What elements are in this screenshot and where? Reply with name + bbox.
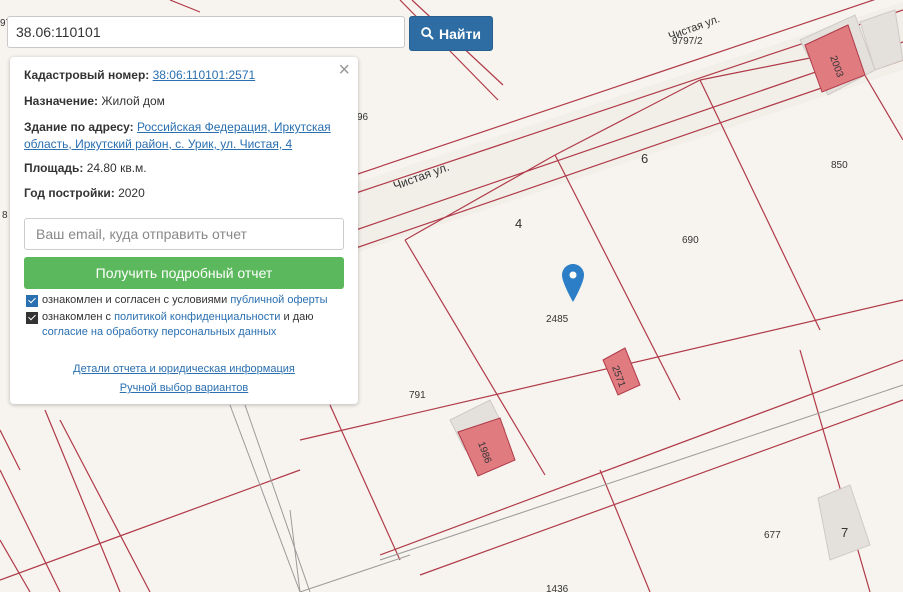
- report-details-link[interactable]: Детали отчета и юридическая информация: [73, 363, 295, 375]
- email-input[interactable]: [24, 218, 344, 250]
- manual-selection-link[interactable]: Ручной выбор вариантов: [120, 382, 248, 394]
- parcel-label: 1436: [546, 584, 569, 592]
- close-icon[interactable]: ×: [338, 60, 350, 80]
- privacy-consent: ознакомлен с политикой конфиденциальност…: [26, 310, 326, 340]
- area-label: Площадь:: [24, 161, 84, 175]
- street-number-label: 9797/2: [672, 36, 703, 47]
- offer-consent-label: ознакомлен и согласен с условиями публич…: [42, 294, 328, 306]
- details-link-row: Детали отчета и юридическая информация: [10, 363, 358, 375]
- cadastral-number-label: Кадастровый номер:: [24, 68, 150, 82]
- get-report-button[interactable]: Получить подробный отчет: [24, 257, 344, 289]
- parcel-label: 2485: [546, 314, 569, 325]
- edge-label: 8: [2, 210, 8, 221]
- privacy-policy-link[interactable]: политикой конфиденциальности: [114, 311, 280, 323]
- offer-consent: ознакомлен и согласен с условиями публич…: [26, 293, 328, 308]
- parcel-label: 690: [682, 235, 699, 246]
- purpose-label: Назначение:: [24, 94, 99, 108]
- cadastral-number-link[interactable]: 38:06:110101:2571: [153, 68, 256, 82]
- year-value: 2020: [118, 186, 145, 200]
- address-row: Здание по адресу: Российская Федерация, …: [24, 119, 338, 153]
- parcel-label: 7: [841, 525, 848, 540]
- parcel-info-panel: × Кадастровый номер: 38:06:110101:2571 Н…: [10, 57, 358, 404]
- purpose-row: Назначение: Жилой дом: [24, 93, 338, 110]
- parcel-label: 791: [409, 390, 426, 401]
- area-value: 24.80 кв.м.: [86, 161, 147, 175]
- address-label: Здание по адресу:: [24, 120, 134, 134]
- parcel-label: 6: [641, 151, 648, 166]
- cadastral-search-input[interactable]: [7, 16, 405, 48]
- search-button-label: Найти: [439, 25, 481, 42]
- search-bar: Найти: [7, 16, 493, 51]
- parcel-label: 96: [357, 112, 369, 123]
- year-label: Год постройки:: [24, 186, 115, 200]
- search-button[interactable]: Найти: [409, 16, 493, 51]
- purpose-value: Жилой дом: [101, 94, 165, 108]
- parcel-label: 677: [764, 530, 781, 541]
- privacy-consent-label: ознакомлен с политикой конфиденциальност…: [42, 311, 314, 338]
- area-row: Площадь: 24.80 кв.м.: [24, 160, 338, 177]
- offer-checkbox[interactable]: [26, 295, 38, 307]
- year-row: Год постройки: 2020: [24, 185, 338, 202]
- cadastral-number-row: Кадастровый номер: 38:06:110101:2571: [24, 67, 338, 84]
- privacy-checkbox[interactable]: [26, 312, 38, 324]
- parcel-label: 4: [515, 216, 522, 231]
- search-icon: [421, 27, 434, 40]
- parcel-label: 850: [831, 160, 848, 171]
- public-offer-link[interactable]: публичной оферты: [230, 294, 327, 306]
- personal-data-consent-link[interactable]: согласие на обработку персональных данны…: [42, 326, 276, 338]
- manual-link-row: Ручной выбор вариантов: [10, 382, 358, 394]
